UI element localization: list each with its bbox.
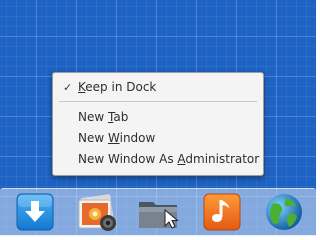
menu-label-text: New [78,110,108,124]
menu-item-new-window-as-administrator[interactable]: New Window As Administrator [53,149,263,170]
menu-item-label: New Window [78,131,155,145]
menu-item-keep-in-dock[interactable]: ✓ Keep in Dock [53,77,263,98]
files-icon [139,202,179,229]
dock-item-photos[interactable] [75,190,119,234]
menu-label-text: indow [119,131,156,145]
menu-label-text: dministrator [185,152,260,166]
menu-item-label: Keep in Dock [78,80,156,94]
checkmark-icon: ✓ [63,81,73,94]
dock-item-files[interactable] [136,190,180,234]
menu-item-label: New Tab [78,110,128,124]
menu-separator [59,101,257,102]
dock-context-menu: ✓ Keep in Dock New Tab New Window New Wi… [52,72,264,176]
download-icon [16,193,54,231]
menu-label-text: New [78,131,108,145]
menu-item-label: New Window As Administrator [78,152,259,166]
dock-item-web-browser[interactable] [262,190,306,234]
menu-label-text: New Window As [78,152,178,166]
photos-icon [78,194,116,231]
menu-item-new-window[interactable]: New Window [53,128,263,149]
dock-item-music[interactable] [200,190,244,234]
menu-label-text: ab [113,110,129,124]
menu-accelerator: W [108,131,120,145]
music-icon [203,193,241,231]
globe-icon [266,194,302,230]
dock-item-downloads[interactable] [13,190,57,234]
menu-item-new-tab[interactable]: New Tab [53,107,263,128]
menu-label-text: eep in Dock [85,80,157,94]
